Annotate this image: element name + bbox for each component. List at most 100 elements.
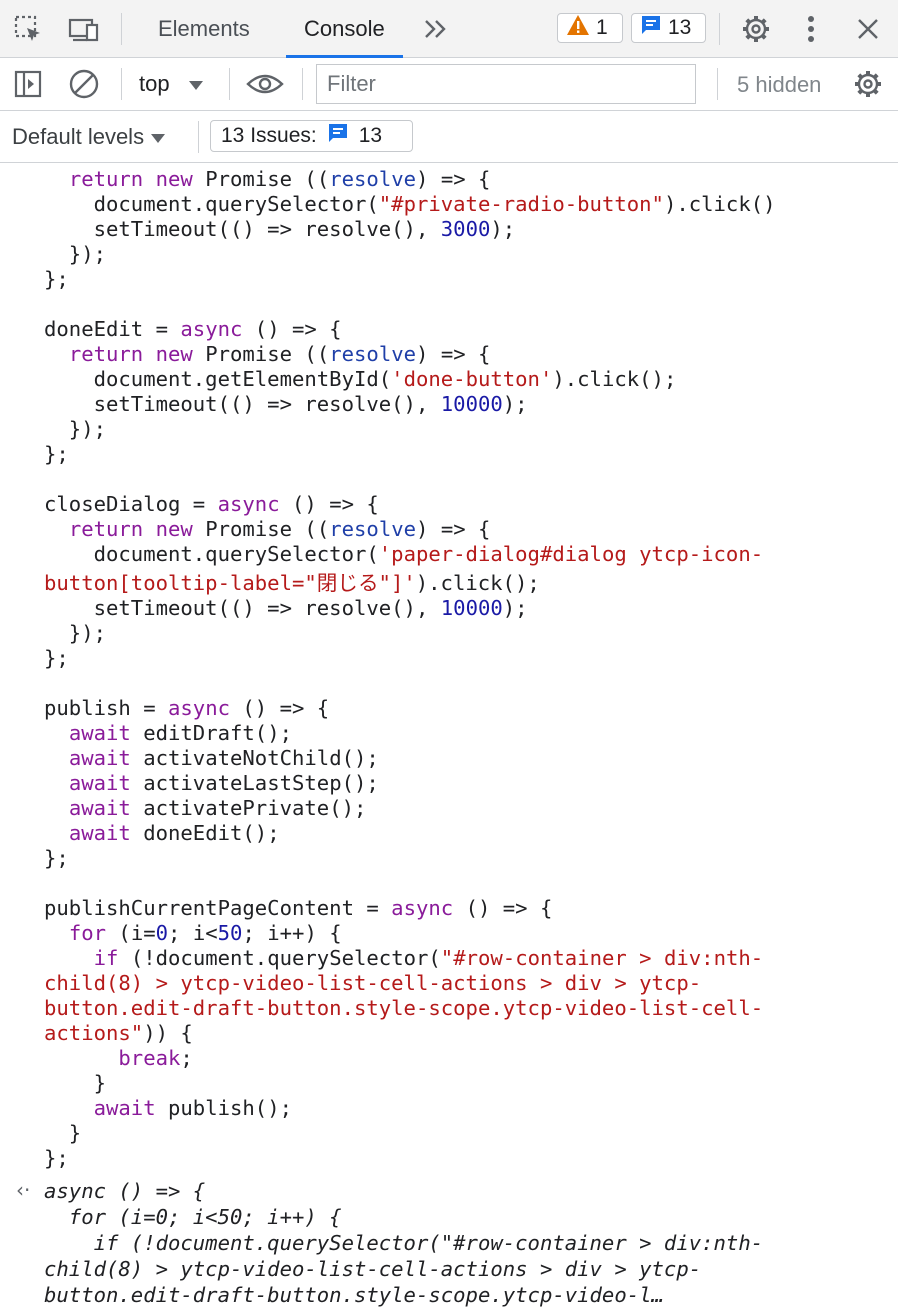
code-line: child(8) > ytcp-video-list-cell-actions … (44, 971, 701, 996)
code-token: resolve (329, 167, 417, 191)
device-toolbar-icon[interactable] (66, 14, 102, 44)
code-line: }; (44, 442, 69, 467)
code-token: publishCurrentPageContent = (44, 896, 392, 920)
code-token: ).click() (663, 192, 776, 216)
code-token: 50 (217, 921, 243, 945)
levels-toolbar: Default levels 13 Issues: 13 (0, 111, 898, 163)
code-token: button.edit-draft-button.style-scope.ytc… (44, 1283, 664, 1307)
message-icon (640, 14, 662, 42)
code-line: document.getElementById('done-button').c… (44, 367, 677, 392)
code-token: 3000 (440, 217, 491, 241)
code-token: } (44, 1071, 106, 1095)
code-token: ); (502, 392, 528, 416)
code-line: for (i=0; i<50; i++) { (44, 921, 342, 946)
code-line: return new Promise ((resolve) => { (44, 517, 491, 542)
code-line: document.querySelector('paper-dialog#dia… (44, 542, 764, 567)
code-token: setTimeout(() => resolve(), (44, 217, 441, 241)
code-token: await (68, 746, 131, 770)
console-settings-gear-icon[interactable] (851, 68, 885, 100)
code-line: if (!document.querySelector("#row-contai… (44, 946, 764, 971)
code-token: 10000 (440, 596, 503, 620)
code-line: return new Promise ((resolve) => { (44, 342, 491, 367)
code-token: if (!document.querySelector("#row-contai… (44, 1231, 764, 1255)
code-token: async (168, 696, 230, 720)
code-token: setTimeout(() => resolve(), (44, 596, 441, 620)
messages-badge[interactable]: 13 (631, 13, 706, 43)
inspect-element-icon[interactable] (12, 14, 44, 44)
code-token: Promise (( (192, 517, 330, 541)
code-line: } (44, 1121, 81, 1146)
code-token: Promise (( (192, 342, 330, 366)
code-token: child(8) > ytcp-video-list-cell-actions … (44, 1257, 702, 1281)
code-token: editDraft(); (130, 721, 292, 745)
code-token: }; (44, 442, 69, 466)
toolbar-divider (121, 68, 122, 100)
tab-console[interactable]: Console (286, 0, 403, 58)
code-token: await (93, 1096, 156, 1120)
code-line: publish = async () => { (44, 696, 329, 721)
code-line: await editDraft(); (44, 721, 292, 746)
code-token: 'done-button' (391, 367, 553, 391)
toolbar-divider (121, 13, 122, 45)
code-token: }; (44, 1146, 69, 1170)
issues-button[interactable]: 13 Issues: 13 (210, 120, 413, 152)
code-token: () => { (453, 896, 553, 920)
result-line: child(8) > ytcp-video-list-cell-actions … (44, 1257, 701, 1282)
code-token: return (68, 342, 144, 366)
code-line: setTimeout(() => resolve(), 3000); (44, 217, 516, 242)
sidebar-toggle-icon[interactable] (12, 68, 44, 100)
code-token: }); (44, 621, 106, 645)
code-token: for (68, 921, 107, 945)
code-token: ; i++) { (242, 921, 342, 945)
close-icon[interactable] (852, 13, 884, 45)
code-token: 'paper-dialog#dialog ytcp-icon- (378, 542, 764, 566)
tab-elements[interactable]: Elements (158, 0, 250, 58)
code-token: resolve (329, 342, 417, 366)
code-line: doneEdit = async () => { (44, 317, 342, 342)
code-line: }); (44, 621, 106, 646)
context-selector[interactable]: top (139, 68, 204, 100)
code-token: () => { (230, 696, 330, 720)
warnings-badge[interactable]: 1 (557, 13, 623, 43)
code-line: closeDialog = async () => { (44, 492, 379, 517)
more-tabs-chevron-icon[interactable] (420, 14, 452, 44)
code-token: async (391, 896, 454, 920)
code-token: Promise (( (192, 167, 330, 191)
code-token: return (68, 517, 144, 541)
issues-count: 13 (358, 124, 383, 147)
code-token: }); (44, 242, 106, 266)
dropdown-arrow-icon (150, 124, 166, 150)
code-line: }; (44, 646, 69, 671)
hidden-count: 5 hidden (737, 72, 822, 97)
code-line: break; (44, 1046, 192, 1071)
code-line: await activateLastStep(); (44, 771, 379, 796)
clear-console-icon[interactable] (66, 68, 102, 100)
more-options-icon[interactable] (796, 13, 826, 45)
code-token: resolve (329, 517, 417, 541)
code-line: await activateNotChild(); (44, 746, 379, 771)
code-token: publish = (44, 696, 168, 720)
code-line: await doneEdit(); (44, 821, 280, 846)
code-line: document.querySelector("#private-radio-b… (44, 192, 776, 217)
code-token: setTimeout(() => resolve(), (44, 392, 441, 416)
messages-count: 13 (668, 16, 692, 39)
log-levels-dropdown[interactable]: Default levels (12, 123, 166, 151)
code-line: }; (44, 846, 69, 871)
code-token: ).click(); (415, 571, 540, 595)
filter-input[interactable] (316, 64, 696, 104)
eye-icon[interactable] (245, 68, 285, 100)
code-line: return new Promise ((resolve) => { (44, 167, 491, 192)
warnings-count: 1 (596, 16, 608, 39)
code-token: ); (490, 217, 516, 241)
settings-gear-icon[interactable] (739, 13, 773, 45)
code-token: ) => { (416, 517, 491, 541)
code-line: }; (44, 267, 69, 292)
toolbar-divider (229, 68, 230, 100)
